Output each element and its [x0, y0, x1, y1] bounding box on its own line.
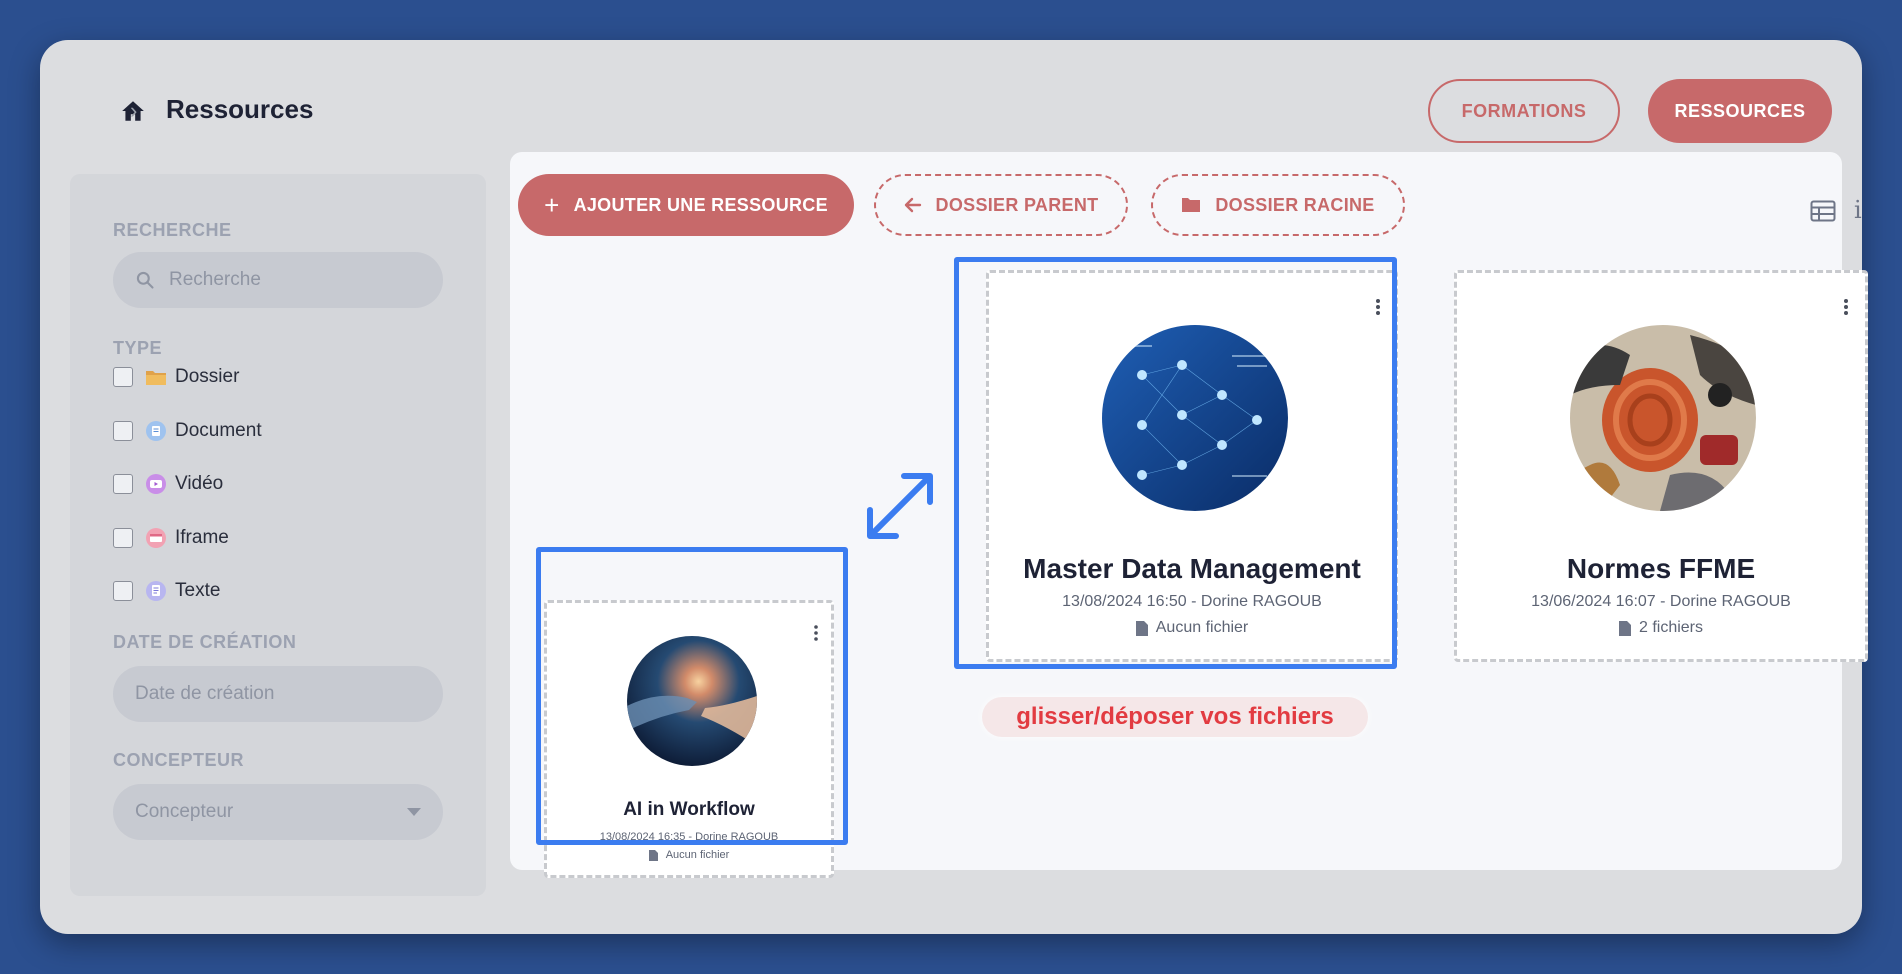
- parent-folder-button[interactable]: DOSSIER PARENT: [874, 174, 1128, 236]
- type-label-texte: Texte: [175, 580, 221, 601]
- drag-source-highlight: [536, 547, 848, 845]
- type-label: TYPE: [113, 338, 163, 358]
- page-title: Ressources: [166, 94, 314, 124]
- type-filter-texte[interactable]: Texte: [113, 576, 220, 606]
- root-folder-button[interactable]: DOSSIER RACINE: [1151, 174, 1405, 236]
- text-icon: [145, 580, 167, 602]
- formations-button[interactable]: FORMATIONS: [1428, 79, 1620, 143]
- file-icon: [1618, 620, 1631, 636]
- card-files: 2 fichiers: [1457, 619, 1865, 637]
- designer-placeholder: Concepteur: [135, 801, 234, 822]
- add-resource-button[interactable]: + AJOUTER UNE RESSOURCE: [518, 174, 854, 236]
- type-label-iframe: Iframe: [175, 527, 229, 548]
- table-view-icon[interactable]: [1810, 200, 1836, 222]
- type-filter-document[interactable]: Document: [113, 416, 262, 446]
- checkbox[interactable]: [113, 421, 133, 441]
- search-label: RECHERCHE: [113, 220, 232, 240]
- type-filter-iframe[interactable]: Iframe: [113, 523, 229, 553]
- card-meta: 13/06/2024 16:07 - Dorine RAGOUB: [1531, 593, 1791, 610]
- iframe-icon: [145, 527, 167, 549]
- search-icon: [136, 271, 154, 289]
- resource-card-normes-ffme[interactable]: Normes FFME 13/06/2024 16:07 - Dorine RA…: [1454, 270, 1868, 662]
- arrow-left-icon: [904, 197, 922, 213]
- card-files-label: Aucun fichier: [665, 849, 730, 861]
- type-label-document: Document: [175, 420, 262, 441]
- top-bar: › Ressources FORMATIONS RESSOURCES: [40, 40, 1862, 170]
- type-label-dossier: Dossier: [175, 366, 240, 387]
- video-icon: [145, 473, 167, 495]
- folder-icon: [1181, 197, 1201, 213]
- card-files: Aucun fichier: [547, 849, 831, 861]
- swap-arrow-icon: [867, 473, 933, 539]
- type-filter-dossier[interactable]: Dossier: [113, 362, 239, 392]
- normes-ffme-thumbnail: [1570, 325, 1756, 511]
- designer-select[interactable]: Concepteur: [113, 784, 443, 840]
- add-resource-label: AJOUTER UNE RESSOURCE: [573, 194, 828, 215]
- checkbox[interactable]: [113, 474, 133, 494]
- info-icon[interactable]: i: [1854, 196, 1862, 224]
- chevron-down-icon: [407, 808, 421, 816]
- drop-hint-badge: glisser/déposer vos fichiers: [982, 697, 1368, 737]
- type-label-video: Vidéo: [175, 473, 224, 494]
- app-window: › Ressources FORMATIONS RESSOURCES RECHE…: [40, 40, 1868, 934]
- checkbox[interactable]: [113, 581, 133, 601]
- search-input[interactable]: Recherche: [113, 252, 443, 308]
- folder-icon: [145, 366, 167, 388]
- filter-sidebar: RECHERCHE Recherche TYPE Dossier Documen…: [70, 174, 486, 896]
- document-icon: [145, 420, 167, 442]
- more-options-icon[interactable]: [1843, 297, 1849, 317]
- search-placeholder: Recherche: [169, 269, 261, 290]
- checkbox[interactable]: [113, 528, 133, 548]
- date-placeholder: Date de création: [135, 683, 275, 704]
- date-label: DATE DE CRÉATION: [113, 632, 297, 652]
- plus-icon: +: [544, 189, 560, 220]
- drop-target-highlight: [954, 257, 1397, 669]
- card-files-label: 2 fichiers: [1638, 619, 1704, 636]
- ressources-button[interactable]: RESSOURCES: [1648, 79, 1832, 143]
- date-field[interactable]: Date de création: [113, 666, 443, 722]
- card-title: Normes FFME: [1566, 553, 1756, 584]
- checkbox[interactable]: [113, 367, 133, 387]
- root-folder-label: DOSSIER RACINE: [1215, 194, 1375, 215]
- type-filter-video[interactable]: Vidéo: [113, 469, 223, 499]
- chevron-right-icon: ›: [130, 98, 138, 123]
- parent-folder-label: DOSSIER PARENT: [935, 194, 1099, 215]
- file-icon: [648, 849, 658, 861]
- designer-label: CONCEPTEUR: [113, 750, 245, 770]
